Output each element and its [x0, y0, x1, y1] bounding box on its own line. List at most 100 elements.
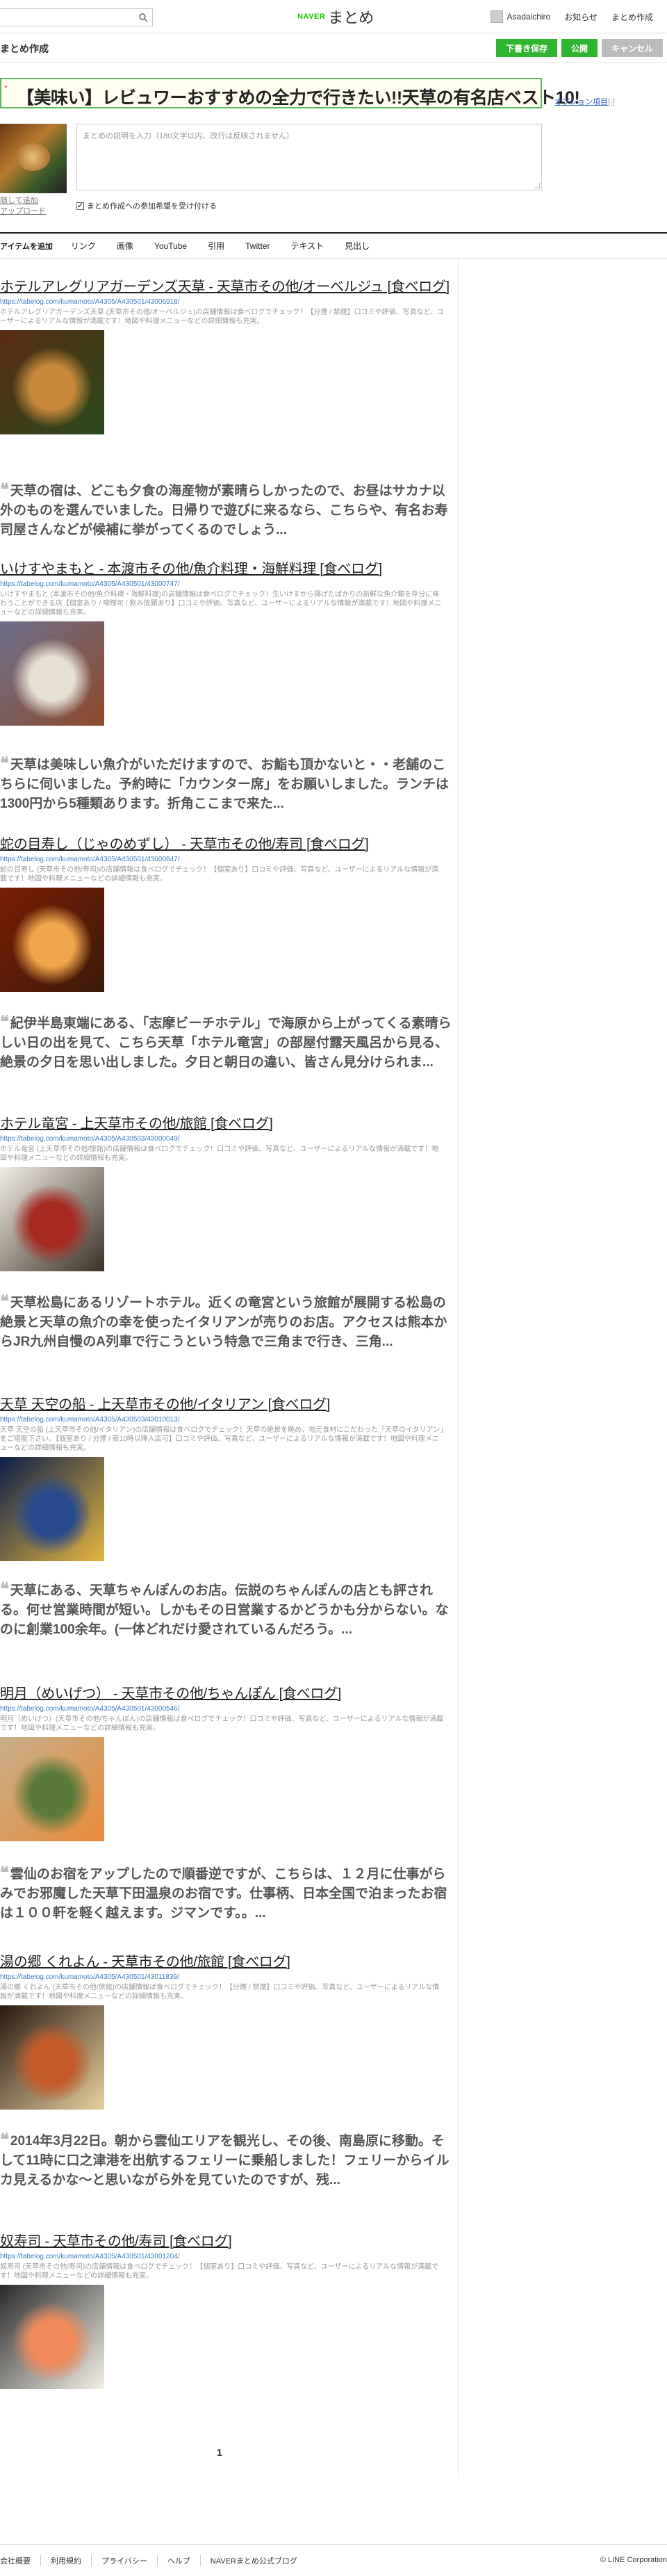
add-heading-button[interactable]: 見出し	[345, 240, 370, 252]
link-item-url[interactable]: https://tabelog.com/kumamoto/A4305/A4305…	[0, 298, 452, 306]
link-item-image	[0, 2285, 104, 2389]
link-item-title[interactable]: 明月（めいげつ） - 天草市その他/ちゃんぽん [食べログ]	[0, 1682, 452, 1702]
quote-item[interactable]: ❝ 雲仙のお宿をアップしたので順番逆ですが、こちらは、１２月に仕事がらみでお邪魔し…	[0, 1863, 452, 1923]
thumbnail-image[interactable]	[0, 124, 67, 193]
add-youtube-button[interactable]: YouTube	[154, 241, 187, 251]
quote-item[interactable]: ❝ 2014年3月22日。朝から雲仙エリアを観光し、その後、南島原に移動。そして1…	[0, 2130, 452, 2190]
link-item[interactable]: ホテルアレグリアガーデンズ天草 - 天草市その他/オーベルジュ [食べログ] h…	[0, 275, 452, 434]
link-item-url[interactable]: https://tabelog.com/kumamoto/A4305/A4305…	[0, 580, 452, 588]
avatar	[490, 10, 503, 23]
link-item-url[interactable]: https://tabelog.com/kumamoto/A4305/A4305…	[0, 856, 452, 863]
editor-actions: 下書き保存 公開 キャンセル	[495, 39, 663, 57]
quote-item[interactable]: ❝ 天草松島にあるリゾートホテル。近くの竜宮という旅館が展開する松島の絶景と天草の…	[0, 1291, 452, 1352]
user-menu[interactable]: Asadaichiro	[490, 10, 551, 23]
link-item-description: いけすやまもと (本渡市その他/魚介料理・海鮮料理)の店舗情報は食べログでチェッ…	[0, 591, 442, 617]
link-item-url[interactable]: https://tabelog.com/kumamoto/A4305/A4305…	[0, 1135, 452, 1143]
link-item-url[interactable]: https://tabelog.com/kumamoto/A4305/A4305…	[0, 1705, 452, 1713]
link-item-description: ホテルアレグリアガーデンズ天草 (天草市その他/オーベルジュ)の店舗情報は食べロ…	[0, 309, 445, 325]
add-twitter-button[interactable]: Twitter	[245, 241, 270, 251]
link-item-image	[0, 330, 104, 434]
title-value: 【美味い】レビュワーおすすめの全力で行きたい!!天草の有名店ベスト10!	[17, 88, 580, 108]
link-item-title[interactable]: 天草 天空の船 - 上天草市その他/イタリアン [食べログ]	[0, 1393, 452, 1413]
link-item-description: 奴寿司 (天草市その他/寿司)の店舗情報は食べログでチェック！【個室あり】口コミ…	[0, 2263, 439, 2280]
add-text-button[interactable]: テキスト	[290, 240, 324, 252]
quote-item[interactable]: ❝ 天草は美味しい魚介がいただけますので、お鮨も頂かないと・・老舗のこちらに伺いま…	[0, 753, 452, 814]
quote-item[interactable]: ❝ 天草の宿は、どこも夕食の海産物が素晴らしかったので、お昼はサカナ以外のものを選…	[0, 480, 452, 540]
link-item-title[interactable]: ホテル竜宮 - 上天草市その他/旅館 [食べログ]	[0, 1112, 452, 1132]
search-input[interactable]	[0, 8, 153, 26]
quote-text: 天草は美味しい魚介がいただけますので、お鮨も頂かないと・・老舗のこちらに伺いまし…	[0, 758, 450, 811]
user-nav: Asadaichiro お知らせ まとめ作成	[490, 8, 653, 25]
link-item-description: 蛇の目寿し (天草市その他/寿司)の店舗情報は食べログでチェック！【個室あり】口…	[0, 866, 439, 883]
search-icon[interactable]	[138, 13, 148, 22]
link-item-url[interactable]: https://tabelog.com/kumamoto/A4305/A4305…	[0, 1416, 452, 1424]
site-logo[interactable]: NAVER まとめ	[297, 8, 374, 26]
link-item[interactable]: いけすやまもと - 本渡市その他/魚介料理・海鮮料理 [食べログ] https:…	[0, 557, 452, 726]
logo-matome: まとめ	[328, 9, 374, 26]
add-link-button[interactable]: リンク	[71, 240, 96, 252]
add-item-label: アイテムを追加	[0, 242, 53, 251]
pagination-current[interactable]: 1	[217, 2447, 222, 2458]
quote-text: 紀伊半島東端にある、「志摩ビーチホテル」で海原から上がってくる素晴らしい日の出を…	[0, 1016, 452, 1070]
logo-naver: NAVER	[297, 13, 326, 21]
contribution-option[interactable]: まとめ作成への参加希望を受け付ける	[76, 200, 217, 211]
quote-item[interactable]: ❝ 紀伊半島東端にある、「志摩ビーチホテル」で海原から上がってくる素晴らしい日の出…	[0, 1012, 452, 1073]
quote-text: 天草松島にあるリゾートホテル。近くの竜宮という旅館が展開する松島の絶景と天草の魚…	[0, 1296, 447, 1349]
quote-mark-icon: ❝	[0, 1579, 9, 1599]
add-quote-button[interactable]: 引用	[208, 240, 224, 252]
footer-link-blog[interactable]: NAVERまとめ公式ブログ	[201, 2555, 307, 2566]
thumbnail-upload-link[interactable]: アップロード	[0, 206, 46, 217]
link-item[interactable]: ホテル竜宮 - 上天草市その他/旅館 [食べログ] https://tabelo…	[0, 1112, 452, 1271]
link-item-url[interactable]: https://tabelog.com/kumamoto/A4305/A4305…	[0, 1973, 452, 1981]
link-item[interactable]: 天草 天空の船 - 上天草市その他/イタリアン [食べログ] https://t…	[0, 1393, 452, 1561]
thumbnail-links: 隠して追加 アップロード	[0, 196, 46, 217]
link-item[interactable]: 奴寿司 - 天草市その他/寿司 [食べログ] https://tabelog.c…	[0, 2230, 452, 2389]
contribution-checkbox[interactable]	[76, 201, 84, 210]
footer-link-company[interactable]: 会社概要	[0, 2554, 41, 2566]
link-item-title[interactable]: 湯の郷 くれよん - 天草市その他/旅館 [食べログ]	[0, 1950, 452, 1971]
quote-mark-icon: ❝	[0, 1862, 9, 1882]
create-link[interactable]: まとめ作成	[611, 11, 653, 23]
save-draft-button[interactable]: 下書き保存	[495, 39, 557, 57]
page-title: まとめ作成	[0, 43, 49, 54]
footer-link-privacy[interactable]: プライバシー	[92, 2554, 158, 2566]
link-item[interactable]: 蛇の目寿し（じゃのめずし） - 天草市その他/寿司 [食べログ] https:/…	[0, 833, 452, 992]
quote-mark-icon: ❝	[0, 1011, 9, 1032]
username: Asadaichiro	[507, 12, 551, 22]
cancel-button[interactable]: キャンセル	[601, 39, 663, 57]
thumbnail-add-link[interactable]: 隠して追加	[0, 196, 46, 206]
footer-link-terms[interactable]: 利用規約	[41, 2554, 92, 2566]
add-image-button[interactable]: 画像	[117, 240, 133, 252]
description-textarea[interactable]: まとめの説明を入力（180文字以内、改行は反映されません）	[76, 124, 542, 190]
link-item[interactable]: 湯の郷 くれよん - 天草市その他/旅館 [食べログ] https://tabe…	[0, 1950, 452, 2110]
publish-button[interactable]: 公開	[561, 39, 598, 57]
link-item[interactable]: 明月（めいげつ） - 天草市その他/ちゃんぽん [食べログ] https://t…	[0, 1682, 452, 1841]
footer-links: 会社概要 利用規約 プライバシー ヘルプ NAVERまとめ公式ブログ	[0, 2554, 307, 2566]
quote-item[interactable]: ❝ 天草にある、天草ちゃんぽんのお店。伝説のちゃんぽんの店とも評される。何せ営業時…	[0, 1579, 452, 1640]
link-item-image	[0, 2005, 104, 2110]
link-item-url[interactable]: https://tabelog.com/kumamoto/A4305/A4305…	[0, 2253, 452, 2260]
top-bar: NAVER まとめ Asadaichiro お知らせ まとめ作成	[0, 0, 667, 33]
link-item-image	[0, 1737, 104, 1841]
link-item-title[interactable]: いけすやまもと - 本渡市その他/魚介料理・海鮮料理 [食べログ]	[0, 557, 452, 578]
add-item-toolbar: アイテムを追加 リンク 画像 YouTube 引用 Twitter テキスト 見…	[0, 232, 667, 259]
link-item-description: 明月（めいげつ）(天草市その他/ちゃんぽん)の店舗情報は食べログでチェック！口コ…	[0, 1715, 444, 1732]
copyright: © LINE Corporation	[600, 2556, 667, 2564]
item-list: ホテルアレグリアガーデンズ天草 - 天草市その他/オーベルジュ [食べログ] h…	[0, 259, 459, 2476]
resize-handle[interactable]	[534, 183, 540, 188]
link-item-title[interactable]: 奴寿司 - 天草市その他/寿司 [食べログ]	[0, 2230, 452, 2250]
options-toggle: [-]	[608, 98, 615, 106]
footer-link-help[interactable]: ヘルプ	[158, 2554, 201, 2566]
link-item-title[interactable]: 蛇の目寿し（じゃのめずし） - 天草市その他/寿司 [食べログ]	[0, 833, 452, 853]
editor-header: まとめ作成 下書き保存 公開 キャンセル	[0, 33, 667, 63]
options-link-label: オプション項目	[554, 98, 608, 106]
options-link[interactable]: オプション項目[-]	[554, 96, 615, 107]
title-input[interactable]: * 【美味い】レビュワーおすすめの全力で行きたい!!天草の有名店ベスト10!	[0, 78, 580, 108]
notice-link[interactable]: お知らせ	[564, 11, 598, 23]
link-item-title[interactable]: ホテルアレグリアガーデンズ天草 - 天草市その他/オーベルジュ [食べログ]	[0, 275, 452, 295]
footer: 会社概要 利用規約 プライバシー ヘルプ NAVERまとめ公式ブログ © LIN…	[0, 2544, 667, 2576]
link-item-image	[0, 621, 104, 726]
description-placeholder: まとめの説明を入力（180文字以内、改行は反映されません）	[83, 132, 295, 140]
link-item-description: ホテル竜宮 (上天草市その他/旅館)の店舗情報は食べログでチェック！口コミや評価…	[0, 1146, 439, 1162]
link-item-image	[0, 888, 104, 992]
